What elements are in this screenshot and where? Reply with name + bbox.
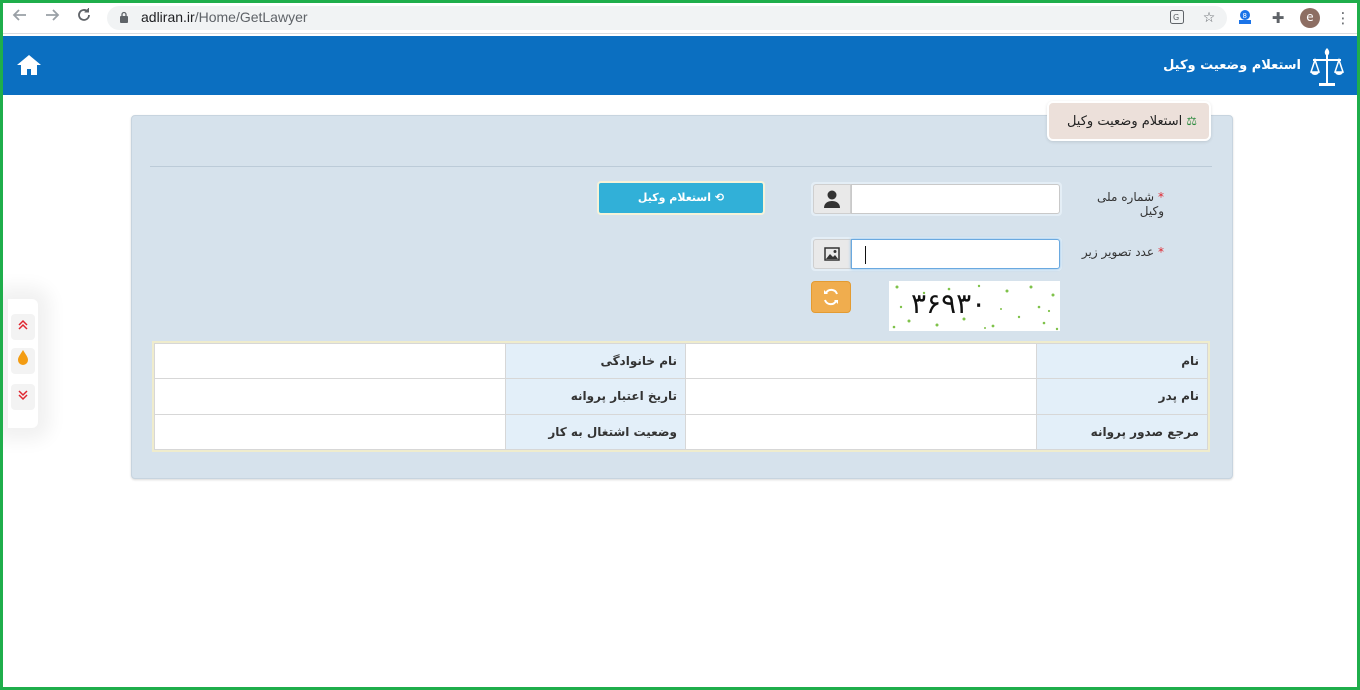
table-value bbox=[154, 342, 506, 380]
reload-icon[interactable] bbox=[73, 7, 95, 29]
table-row: مرجع صدور پروانه وضعیت اشتغال به کار bbox=[154, 413, 1208, 451]
puzzle-icon[interactable]: ✚ bbox=[1268, 8, 1288, 28]
table-row: نام پدر تاریخ اعتبار پروانه bbox=[154, 378, 1208, 415]
required-mark: * bbox=[1158, 245, 1164, 259]
table-label: نام خانوادگی bbox=[505, 342, 686, 380]
captcha-text: ۳۶۹۳۰ bbox=[911, 287, 987, 320]
table-label: وضعیت اشتغال به کار bbox=[505, 413, 686, 451]
captcha-input[interactable] bbox=[851, 239, 1060, 269]
lock-icon bbox=[120, 11, 128, 23]
scroll-down-icon[interactable] bbox=[11, 384, 35, 410]
panel-tab-title: استعلام وضعیت وکیل bbox=[1066, 114, 1183, 129]
required-mark: * bbox=[1158, 190, 1164, 204]
star-icon[interactable]: ☆ bbox=[1201, 10, 1217, 26]
svg-text:G: G bbox=[1173, 13, 1179, 22]
table-label: مرجع صدور پروانه bbox=[1036, 413, 1208, 451]
site-title: استعلام وضعیت وکیل bbox=[1163, 58, 1301, 73]
table-value bbox=[685, 342, 1037, 380]
url-text: adliran.ir/Home/GetLawyer bbox=[141, 9, 308, 25]
translate-icon[interactable]: G bbox=[1169, 10, 1185, 26]
text-caret bbox=[865, 246, 866, 264]
table-value bbox=[685, 378, 1037, 415]
scroll-up-icon[interactable] bbox=[11, 314, 35, 340]
panel-tab: ⚖استعلام وضعیت وکیل bbox=[1047, 101, 1211, 141]
forward-arrow-icon[interactable] bbox=[41, 7, 63, 29]
extension-icon[interactable]: 8 bbox=[1235, 8, 1255, 28]
history-icon: ⟲ bbox=[714, 191, 725, 204]
drop-icon[interactable] bbox=[11, 348, 35, 374]
inquiry-button[interactable]: ⟲ استعلام وکیل bbox=[597, 181, 765, 215]
back-arrow-icon[interactable] bbox=[9, 7, 31, 29]
table-value bbox=[154, 413, 506, 451]
svg-text:8: 8 bbox=[1243, 12, 1247, 20]
address-bar[interactable]: adliran.ir/Home/GetLawyer G ☆ bbox=[107, 6, 1227, 30]
side-widget bbox=[8, 299, 38, 428]
result-table: نام نام خانوادگی نام پدر تاریخ اعتبار پر… bbox=[152, 341, 1210, 452]
site-header: استعلام وضعیت وکیل bbox=[3, 36, 1357, 95]
scales-logo-icon bbox=[1309, 48, 1345, 86]
user-icon bbox=[813, 184, 851, 214]
menu-icon[interactable]: ⋮ bbox=[1333, 8, 1353, 28]
captcha-group bbox=[811, 237, 1062, 271]
captcha-image: ۳۶۹۳۰ bbox=[889, 281, 1060, 331]
home-icon[interactable] bbox=[16, 53, 42, 77]
avatar[interactable]: e bbox=[1300, 8, 1320, 28]
national-id-input[interactable] bbox=[851, 184, 1060, 214]
table-row: نام نام خانوادگی bbox=[154, 342, 1208, 380]
table-value bbox=[685, 413, 1037, 451]
table-label: نام پدر bbox=[1036, 378, 1208, 415]
picture-icon bbox=[813, 239, 851, 269]
national-id-label: *شماره ملی وکیل bbox=[1097, 190, 1164, 218]
captcha-label: *عدد تصویر زیر bbox=[1081, 245, 1164, 259]
table-label: نام bbox=[1036, 342, 1208, 380]
refresh-icon bbox=[824, 288, 838, 306]
browser-toolbar: adliran.ir/Home/GetLawyer G ☆ 8 ✚ e ⋮ bbox=[3, 3, 1357, 34]
scales-icon: ⚖ bbox=[1186, 114, 1197, 128]
table-value bbox=[154, 378, 506, 415]
refresh-captcha-button[interactable] bbox=[811, 281, 851, 313]
national-id-group bbox=[811, 182, 1062, 216]
table-label: تاریخ اعتبار پروانه bbox=[505, 378, 686, 415]
panel-divider bbox=[150, 166, 1212, 167]
